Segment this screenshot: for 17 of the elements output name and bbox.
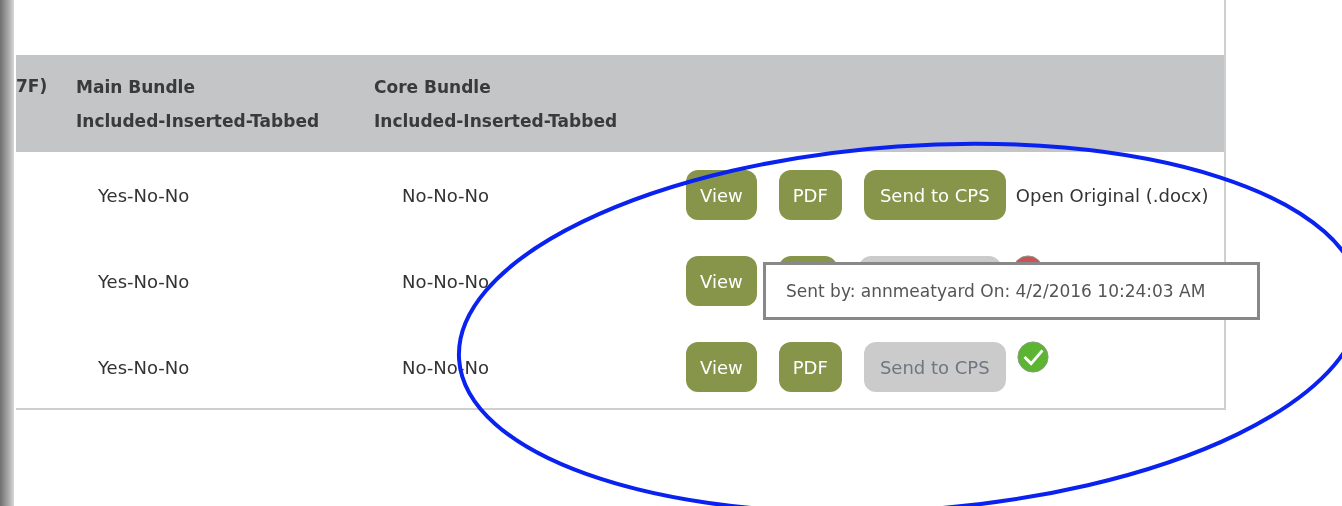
tooltip: Sent by: annmeatyard On: 4/2/2016 10:24:03 AM bbox=[763, 262, 1260, 320]
table-cell-text: Yes-No-No bbox=[97, 184, 191, 206]
table-cell-text: Yes-No-No bbox=[97, 356, 191, 378]
table-cell-text: No-No-No bbox=[401, 184, 491, 206]
table-cell-text: No-No-No bbox=[401, 270, 491, 292]
check-icon bbox=[1015, 340, 1050, 374]
pdf-button[interactable]: PDF bbox=[778, 342, 842, 392]
view-button[interactable]: View bbox=[686, 256, 757, 306]
pdf-button[interactable]: PDF bbox=[778, 170, 842, 220]
view-button[interactable]: View bbox=[686, 342, 757, 392]
send-to-cps-button[interactable]: Send to CPS bbox=[863, 170, 1006, 220]
column-header: 7F) bbox=[16, 75, 49, 98]
column-header: Main Bundle Included-Inserted-Tabbed bbox=[76, 75, 321, 133]
column-header: Core Bundle Included-Inserted-Tabbed bbox=[374, 75, 619, 133]
table-cell-text: Yes-No-No bbox=[97, 270, 191, 292]
view-button[interactable]: View bbox=[686, 170, 757, 220]
open-original-link[interactable]: Open Original (.docx) bbox=[1015, 184, 1209, 206]
